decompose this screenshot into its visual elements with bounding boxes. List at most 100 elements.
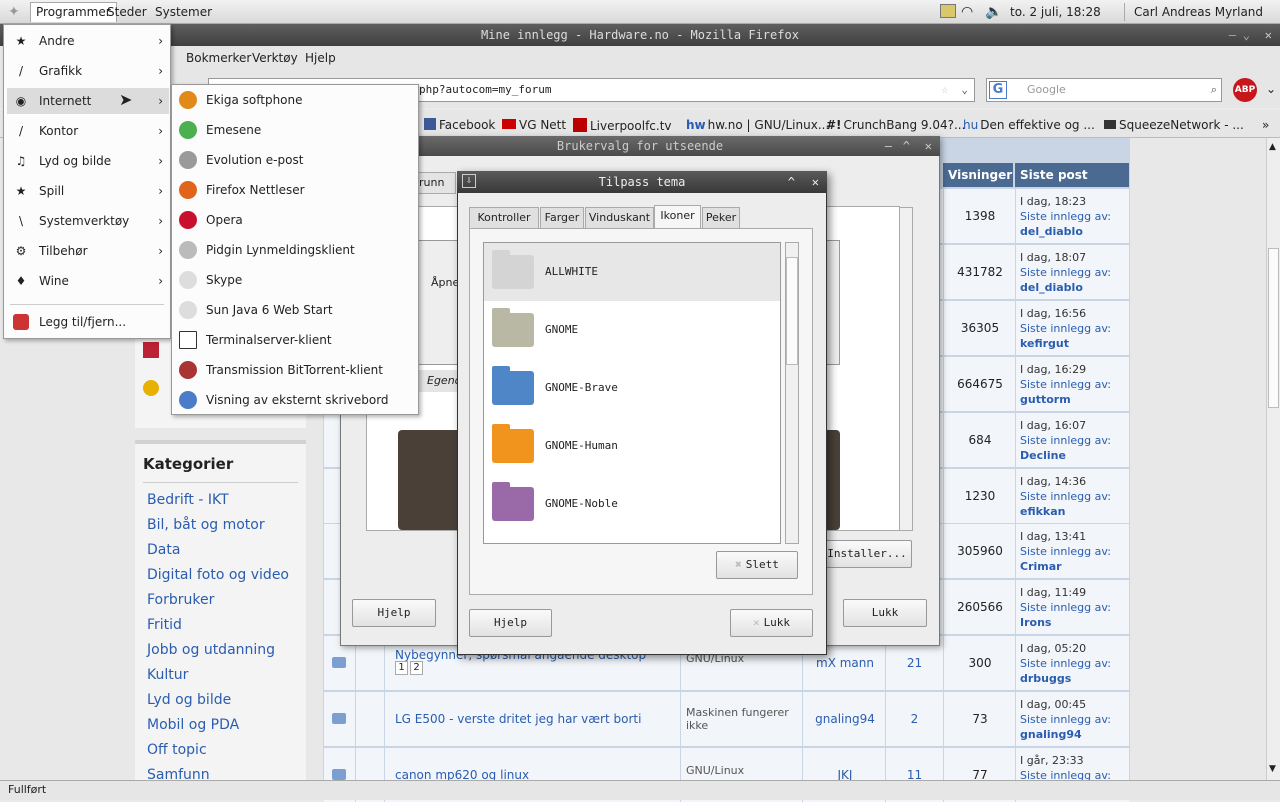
- menu-bokmerker[interactable]: Bokmerker: [186, 51, 251, 65]
- maximize-icon[interactable]: ^: [903, 136, 910, 156]
- category-link[interactable]: Forbruker: [147, 592, 214, 608]
- bookmark-liverpool[interactable]: Liverpoolfc.tv: [573, 118, 672, 133]
- category-link[interactable]: Data: [147, 542, 180, 558]
- last-post-user[interactable]: del_diablo: [1020, 224, 1111, 239]
- category-link[interactable]: Bil, båt og motor: [147, 517, 265, 533]
- last-post-user[interactable]: del_diablo: [1020, 280, 1111, 295]
- preview-scrollbar[interactable]: [899, 207, 913, 531]
- tab-ikoner[interactable]: Ikoner: [654, 205, 701, 229]
- category-link[interactable]: Mobil og PDA: [147, 717, 239, 733]
- theme-item-gnome[interactable]: GNOME: [484, 301, 780, 359]
- last-post-user[interactable]: Decline: [1020, 448, 1111, 463]
- window-menu-icon[interactable]: ⇩: [462, 174, 476, 188]
- scroll-thumb[interactable]: [786, 257, 798, 365]
- theme-item-gnome-brave[interactable]: GNOME-Brave: [484, 359, 780, 417]
- submenu-item-skype[interactable]: Skype: [176, 266, 416, 294]
- header-views[interactable]: Visninger: [943, 163, 1013, 187]
- category-link[interactable]: Bedrift - IKT: [147, 492, 229, 508]
- menu-item-kontor[interactable]: / Kontor ›: [7, 118, 169, 144]
- clock[interactable]: to. 2 juli, 18:28: [1010, 4, 1101, 20]
- submenu-item-pidgin-lynmeldingsklient[interactable]: Pidgin Lynmeldingsklient: [176, 236, 416, 264]
- scroll-thumb[interactable]: [1268, 248, 1279, 408]
- menu-item-internett[interactable]: ◉ Internett ›: [7, 88, 169, 114]
- bookmark-vg[interactable]: VG Nett: [502, 118, 566, 132]
- category-link[interactable]: Digital foto og video: [147, 567, 289, 583]
- submenu-item-firefox-nettleser[interactable]: Firefox Nettleser: [176, 176, 416, 204]
- submenu-item-transmission-bittorrent-klient[interactable]: Transmission BitTorrent-klient: [176, 356, 416, 384]
- help-button[interactable]: Hjelp: [469, 609, 552, 637]
- adblock-icon[interactable]: ABP: [1233, 78, 1257, 102]
- gnome-foot-icon[interactable]: ✦: [8, 4, 24, 20]
- bookmark-effektive[interactable]: hu Den effektive og ...: [963, 118, 1095, 132]
- category-link[interactable]: Lyd og bilde: [147, 692, 231, 708]
- theme-list-scrollbar[interactable]: [785, 242, 799, 544]
- bookmark-squeeze[interactable]: SqueezeNetwork - ...: [1104, 118, 1244, 132]
- menu-hjelp[interactable]: Hjelp: [305, 51, 336, 65]
- tab-vinduskant[interactable]: Vinduskant: [585, 207, 654, 229]
- replies-count[interactable]: 21: [886, 656, 943, 670]
- topic-link[interactable]: LG E500 - verste dritet jeg har vært bor…: [395, 712, 641, 726]
- close-button-back[interactable]: Lukk: [843, 599, 927, 627]
- help-button-back[interactable]: Hjelp: [352, 599, 436, 627]
- category-link[interactable]: Fritid: [147, 617, 182, 633]
- tab-farger[interactable]: Farger: [540, 207, 584, 229]
- tab-fragment[interactable]: runn: [416, 172, 456, 194]
- submenu-item-emesene[interactable]: Emesene: [176, 116, 416, 144]
- minimize-icon[interactable]: —: [1229, 24, 1236, 46]
- header-last-post[interactable]: Siste post: [1015, 163, 1129, 187]
- close-icon[interactable]: ✕: [925, 136, 932, 156]
- menu-item-lyd-og-bilde[interactable]: ♫ Lyd og bilde ›: [7, 148, 169, 174]
- menu-item-andre[interactable]: ★ Andre ›: [7, 28, 169, 54]
- menu-item-spill[interactable]: ★ Spill ›: [7, 178, 169, 204]
- last-post-user[interactable]: efikkan: [1020, 504, 1111, 519]
- wifi-icon[interactable]: ◠: [961, 4, 973, 20]
- submenu-item-visning-av-eksternt-skrivebord[interactable]: Visning av eksternt skrivebord: [176, 386, 416, 414]
- bookmark-hwno[interactable]: hw hw.no | GNU/Linux...: [686, 118, 829, 132]
- menu-verktoy[interactable]: Verktøy: [252, 51, 298, 65]
- user-name[interactable]: Carl Andreas Myrland: [1134, 4, 1263, 20]
- delete-button[interactable]: ✖ Slett: [716, 551, 798, 579]
- more-bookmarks-icon[interactable]: »: [1262, 118, 1269, 132]
- google-icon[interactable]: G: [989, 81, 1007, 99]
- replies-count[interactable]: 2: [886, 712, 943, 726]
- close-icon[interactable]: ✕: [1265, 24, 1272, 46]
- bookmark-facebook[interactable]: Facebook: [424, 118, 495, 132]
- category-link[interactable]: Jobb og utdanning: [147, 642, 275, 658]
- menu-item-tilbehør[interactable]: ⚙ Tilbehør ›: [7, 238, 169, 264]
- menu-item-wine[interactable]: ♦ Wine ›: [7, 268, 169, 294]
- tab-kontroller[interactable]: Kontroller: [469, 207, 539, 229]
- submenu-item-sun-java-6-web-start[interactable]: Sun Java 6 Web Start: [176, 296, 416, 324]
- chevron-down-icon[interactable]: ⌄: [1266, 82, 1276, 96]
- last-post-user[interactable]: Crimar: [1020, 559, 1111, 574]
- submenu-item-opera[interactable]: Opera: [176, 206, 416, 234]
- scroll-down-icon[interactable]: ▼: [1269, 764, 1276, 774]
- last-post-user[interactable]: drbuggs: [1020, 671, 1111, 686]
- scroll-up-icon[interactable]: ▲: [1269, 142, 1276, 152]
- search-input[interactable]: Google ⌕: [986, 78, 1222, 102]
- page-link[interactable]: 1: [395, 661, 408, 675]
- theme-item-allwhite[interactable]: ALLWHITE: [484, 243, 780, 301]
- star-icon[interactable]: ☆: [941, 79, 948, 101]
- close-button[interactable]: ✕ Lukk: [730, 609, 813, 637]
- category-link[interactable]: Kultur: [147, 667, 188, 683]
- last-post-user[interactable]: Irons: [1020, 615, 1111, 630]
- menu-item-grafikk[interactable]: / Grafikk ›: [7, 58, 169, 84]
- close-icon[interactable]: ✕: [812, 171, 819, 193]
- maximize-icon[interactable]: ⌄: [1243, 24, 1250, 46]
- bookmark-crunchbang[interactable]: #! CrunchBang 9.04?...: [826, 118, 965, 132]
- category-link[interactable]: Off topic: [147, 742, 207, 758]
- tab-peker[interactable]: Peker: [702, 207, 740, 229]
- last-post-user[interactable]: kefirgut: [1020, 336, 1111, 351]
- topic-starter[interactable]: gnaling94: [804, 712, 886, 726]
- menu-steder[interactable]: Steder: [102, 3, 152, 21]
- submenu-item-ekiga-softphone[interactable]: Ekiga softphone: [176, 86, 416, 114]
- install-button[interactable]: Installer...: [822, 540, 912, 568]
- page-link[interactable]: 2: [410, 661, 423, 675]
- page-scrollbar[interactable]: ▲ ▼: [1266, 138, 1280, 780]
- maximize-icon[interactable]: ^: [788, 171, 795, 193]
- menu-item-systemverktøy[interactable]: \ Systemverktøy ›: [7, 208, 169, 234]
- last-post-user[interactable]: guttorm: [1020, 392, 1111, 407]
- topic-starter[interactable]: mX mann: [804, 656, 886, 670]
- menu-system[interactable]: Systemer: [150, 3, 217, 21]
- volume-icon[interactable]: 🔈: [985, 4, 1002, 20]
